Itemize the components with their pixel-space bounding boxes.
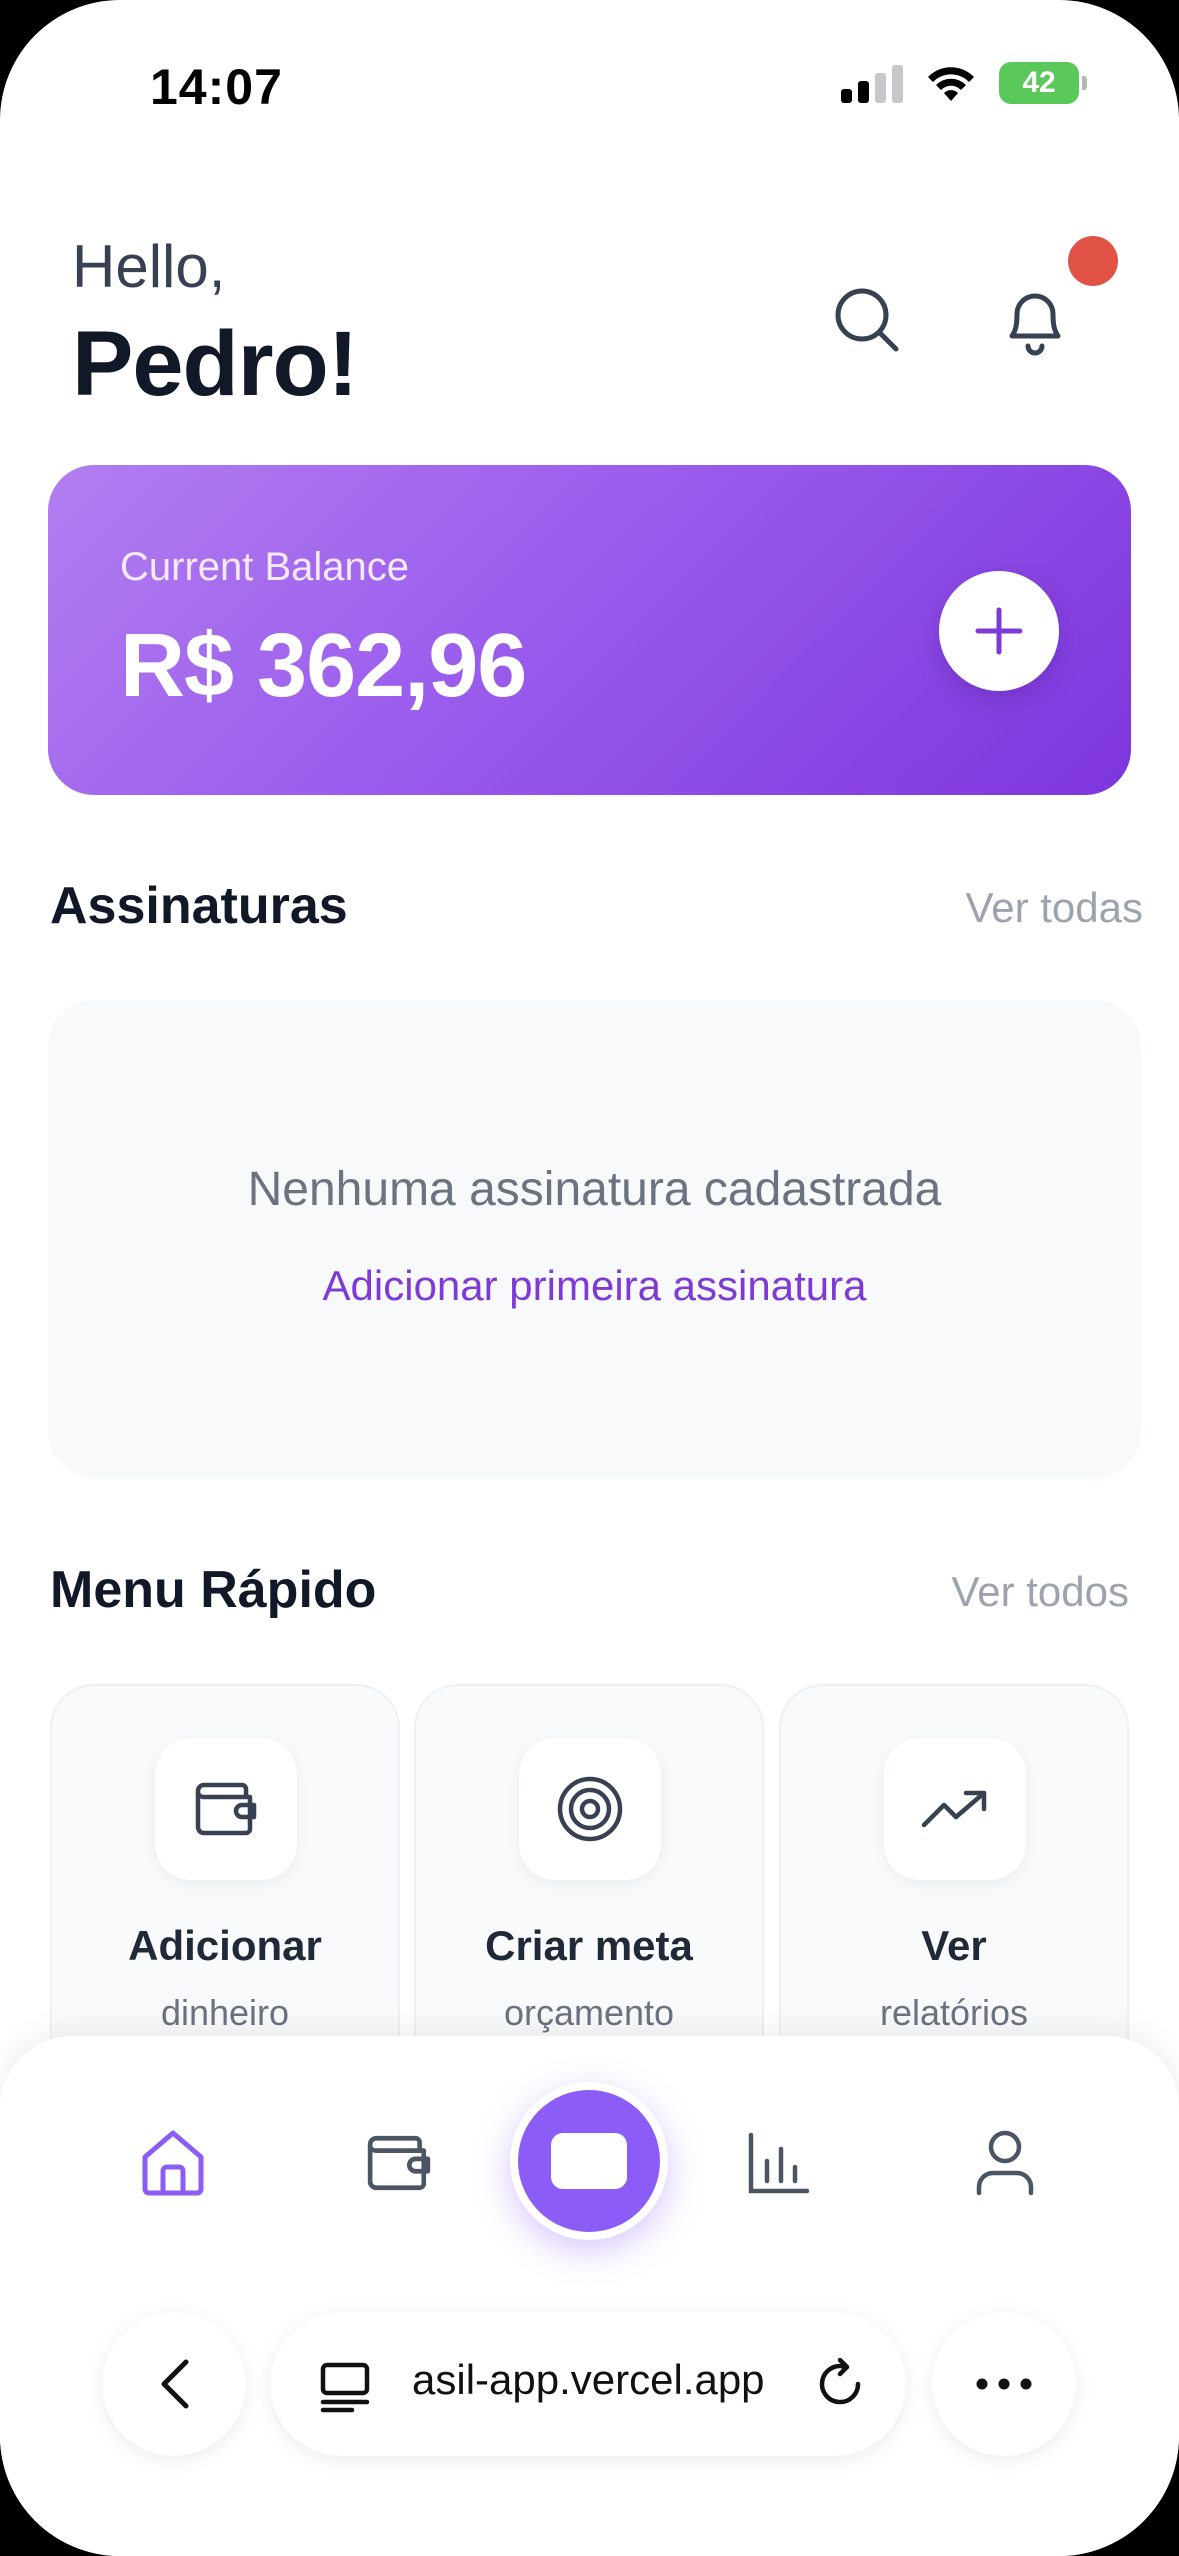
browser-address-bar[interactable]: asil-app.vercel.app: [270, 2312, 906, 2456]
quick-menu-title: Menu Rápido: [50, 1561, 377, 1619]
nav-center-action-button[interactable]: [510, 2082, 668, 2240]
reader-icon: [320, 2362, 370, 2413]
browser-back-button[interactable]: [102, 2312, 246, 2456]
card-icon: [551, 2133, 627, 2189]
battery-icon: 42: [999, 62, 1087, 104]
app-screen: 14:07 42 Hello, Pedro! Current Balance R…: [0, 0, 1179, 2556]
user-name: Pedro!: [72, 313, 358, 415]
reload-icon[interactable]: [814, 2358, 866, 2410]
subscriptions-empty-state: Nenhuma assinatura cadastrada Adicionar …: [48, 1000, 1141, 1478]
quick-item-title: Adicionar: [128, 1922, 322, 1969]
bottom-navigation: [0, 2036, 1179, 2556]
quick-item-subtitle: relatórios: [879, 1992, 1029, 2033]
quick-item-subtitle: orçamento: [503, 1992, 675, 2033]
search-icon: [835, 288, 899, 352]
empty-state-text: Nenhuma assinatura cadastrada: [247, 1163, 942, 1216]
nav-wallet[interactable]: [344, 2108, 454, 2218]
quick-icon-container: [155, 1738, 297, 1880]
quick-item-title: Criar meta: [485, 1922, 693, 1969]
add-balance-button[interactable]: [939, 571, 1059, 691]
more-horizontal-icon: [976, 2378, 1032, 2390]
subscriptions-title: Assinaturas: [50, 877, 348, 935]
quick-menu-item-view-reports[interactable]: Ver relatórios: [779, 1684, 1129, 2084]
wallet-icon: [195, 1782, 257, 1836]
quick-menu-item-create-goal[interactable]: Criar meta orçamento: [414, 1684, 764, 2084]
home-icon: [142, 2130, 204, 2196]
greeting-text: Hello,: [72, 233, 226, 300]
subscriptions-view-all-link[interactable]: Ver todas: [966, 884, 1143, 932]
quick-item-title: Ver: [921, 1922, 987, 1969]
bar-chart-icon: [748, 2132, 810, 2194]
bell-icon: [1009, 293, 1061, 356]
quick-icon-container: [884, 1738, 1026, 1880]
user-icon: [976, 2130, 1034, 2196]
trending-up-icon: [921, 1790, 987, 1828]
wallet-icon: [367, 2135, 431, 2191]
wifi-icon: [928, 67, 974, 101]
target-icon: [557, 1776, 623, 1842]
notifications-button[interactable]: [990, 275, 1080, 365]
plus-icon: [975, 607, 1023, 655]
status-time: 14:07: [150, 59, 283, 115]
quick-icon-container: [519, 1738, 661, 1880]
quick-menu-view-all-link[interactable]: Ver todos: [952, 1568, 1129, 1616]
cellular-signal-icon: [841, 63, 903, 103]
battery-level: 42: [1022, 66, 1056, 99]
browser-url: asil-app.vercel.app: [412, 2356, 765, 2403]
nav-profile[interactable]: [950, 2108, 1060, 2218]
balance-value: R$ 362,96: [120, 616, 527, 716]
quick-menu-item-add-money[interactable]: Adicionar dinheiro: [50, 1684, 400, 2084]
status-icons: 42: [841, 62, 1087, 104]
quick-item-subtitle: dinheiro: [160, 1992, 290, 2033]
search-button[interactable]: [822, 275, 912, 365]
browser-more-button[interactable]: [932, 2312, 1076, 2456]
notification-badge: [1068, 236, 1118, 286]
balance-label: Current Balance: [120, 545, 410, 589]
nav-home[interactable]: [118, 2108, 228, 2218]
add-first-subscription-link[interactable]: Adicionar primeira assinatura: [48, 1262, 1141, 1310]
nav-reports[interactable]: [724, 2108, 834, 2218]
balance-card: Current Balance R$ 362,96: [48, 465, 1131, 795]
chevron-left-icon: [161, 2359, 189, 2409]
